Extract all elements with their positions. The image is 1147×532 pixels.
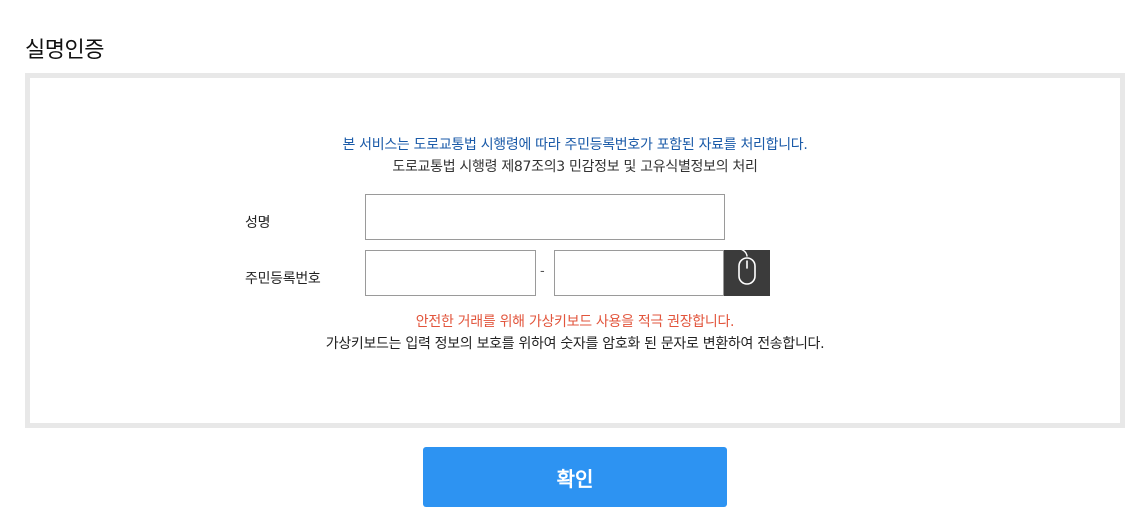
virtual-keyboard-recommendation: 안전한 거래를 위해 가상키보드 사용을 적극 권장합니다.: [415, 314, 735, 330]
mouse-icon: [735, 243, 756, 285]
virtual-keyboard-button[interactable]: [724, 243, 770, 296]
name-label: 성명: [245, 215, 271, 231]
rrn-label: 주민등록번호: [245, 271, 321, 287]
confirm-button[interactable]: 확인: [423, 447, 727, 507]
auth-panel: 본 서비스는 도로교통법 시행령에 따라 주민등록번호가 포함된 자료를 처리합…: [25, 73, 1125, 428]
rrn-separator: -: [540, 264, 545, 279]
virtual-keyboard-description: 가상키보드는 입력 정보의 보호를 위하여 숫자를 암호화 된 문자로 변환하여…: [325, 336, 825, 352]
name-input[interactable]: [365, 194, 725, 240]
service-notice: 본 서비스는 도로교통법 시행령에 따라 주민등록번호가 포함된 자료를 처리합…: [342, 137, 808, 153]
legal-basis-notice: 도로교통법 시행령 제87조의3 민감정보 및 고유식별정보의 처리: [392, 159, 758, 175]
page-title: 실명인증: [25, 38, 104, 63]
rrn-front-input[interactable]: [365, 250, 536, 296]
rrn-back-input[interactable]: [554, 250, 724, 296]
